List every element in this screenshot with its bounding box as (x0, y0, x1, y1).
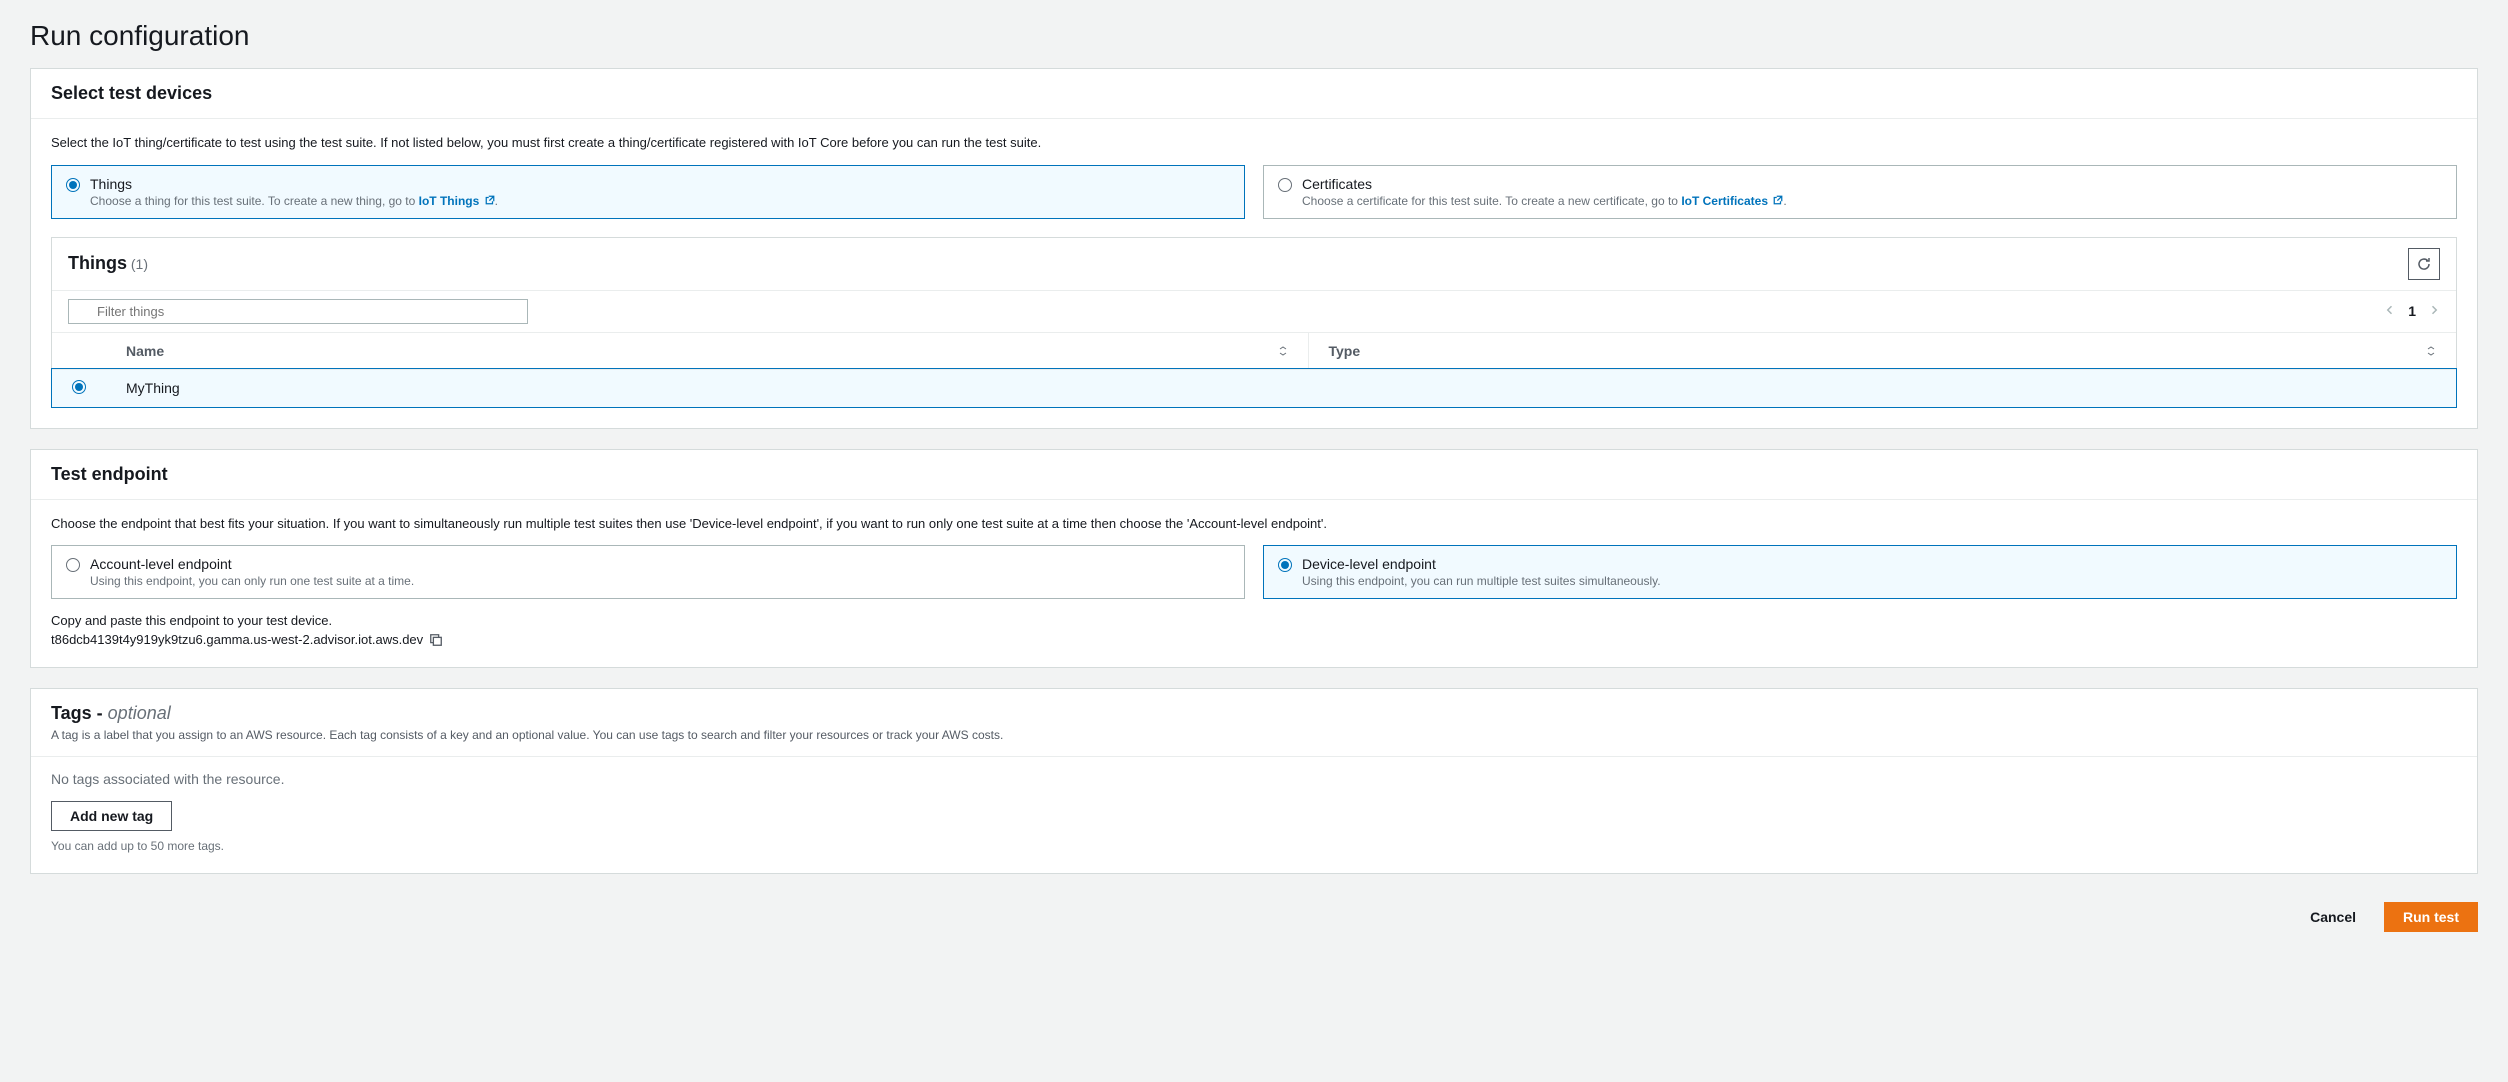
device-endpoint-title: Device-level endpoint (1302, 556, 2442, 572)
option-things-title: Things (90, 176, 1230, 192)
panel-test-endpoint: Test endpoint Choose the endpoint that b… (30, 449, 2478, 669)
option-things[interactable]: Things Choose a thing for this test suit… (51, 165, 1245, 219)
radio-icon (66, 178, 80, 192)
external-link-icon (1773, 195, 1783, 205)
external-link-icon (485, 195, 495, 205)
tags-hint: You can add up to 50 more tags. (51, 839, 2457, 853)
pager-page: 1 (2408, 303, 2416, 319)
things-table: Name Type MyThing (52, 333, 2456, 407)
endpoint-value: t86dcb4139t4y919yk9tzu6.gamma.us-west-2.… (51, 632, 423, 647)
option-account-endpoint[interactable]: Account-level endpoint Using this endpoi… (51, 545, 1245, 599)
filter-things-input[interactable] (68, 299, 528, 324)
chevron-right-icon (2428, 304, 2440, 316)
endpoint-desc: Choose the endpoint that best fits your … (51, 514, 2457, 534)
devices-desc: Select the IoT thing/certificate to test… (51, 133, 2457, 153)
panel-select-devices: Select test devices Select the IoT thing… (30, 68, 2478, 429)
endpoint-copy-label: Copy and paste this endpoint to your tes… (51, 613, 2457, 628)
col-type[interactable]: Type (1308, 333, 2456, 370)
cell-type (1308, 369, 2456, 407)
cancel-button[interactable]: Cancel (2292, 902, 2374, 932)
copy-icon[interactable] (429, 633, 443, 647)
radio-icon (66, 558, 80, 572)
device-endpoint-sub: Using this endpoint, you can run multipl… (1302, 574, 2442, 588)
radio-icon (1278, 558, 1292, 572)
things-table-panel: Things (1) 1 (51, 237, 2457, 408)
radio-icon[interactable] (72, 380, 86, 394)
cell-name: MyThing (106, 369, 1308, 407)
account-endpoint-sub: Using this endpoint, you can only run on… (90, 574, 1230, 588)
chevron-left-icon (2384, 304, 2396, 316)
sort-icon (2426, 346, 2436, 356)
radio-icon (1278, 178, 1292, 192)
refresh-icon (2416, 256, 2432, 272)
add-tag-button[interactable]: Add new tag (51, 801, 172, 831)
pager: 1 (2384, 303, 2440, 319)
things-count: (1) (131, 256, 148, 272)
option-device-endpoint[interactable]: Device-level endpoint Using this endpoin… (1263, 545, 2457, 599)
tags-desc: A tag is a label that you assign to an A… (51, 728, 2457, 742)
option-certs-sub: Choose a certificate for this test suite… (1302, 194, 2442, 208)
option-things-sub: Choose a thing for this test suite. To c… (90, 194, 1230, 208)
tags-empty: No tags associated with the resource. (51, 771, 2457, 787)
pager-next[interactable] (2428, 303, 2440, 319)
tags-heading: Tags - optional (51, 703, 171, 723)
option-certs-title: Certificates (1302, 176, 2442, 192)
option-certificates[interactable]: Certificates Choose a certificate for th… (1263, 165, 2457, 219)
devices-heading: Select test devices (51, 83, 2457, 104)
run-test-button[interactable]: Run test (2384, 902, 2478, 932)
page-title: Run configuration (30, 20, 2478, 52)
link-iot-things[interactable]: IoT Things (419, 194, 495, 208)
link-iot-certificates[interactable]: IoT Certificates (1681, 194, 1783, 208)
pager-prev[interactable] (2384, 303, 2396, 319)
account-endpoint-title: Account-level endpoint (90, 556, 1230, 572)
things-title: Things (68, 253, 127, 273)
table-row[interactable]: MyThing (52, 369, 2456, 407)
refresh-button[interactable] (2408, 248, 2440, 280)
col-name[interactable]: Name (106, 333, 1308, 370)
panel-tags: Tags - optional A tag is a label that yo… (30, 688, 2478, 874)
sort-icon (1278, 346, 1288, 356)
footer-actions: Cancel Run test (30, 894, 2478, 952)
endpoint-heading: Test endpoint (51, 464, 2457, 485)
